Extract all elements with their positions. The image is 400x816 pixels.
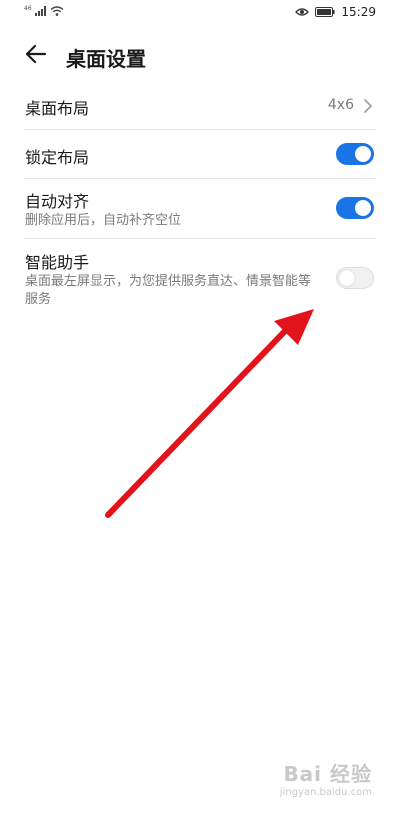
smart-assistant-description: 桌面最左屏显示，为您提供服务直达、情景智能等服务	[25, 274, 312, 307]
toggle-knob	[355, 200, 371, 216]
auto-align-description: 删除应用后，自动补齐空位	[25, 213, 182, 228]
toggle-knob	[339, 270, 355, 286]
chevron-right-icon	[364, 99, 372, 113]
baidu-watermark: Bai 经验 jingyan.baidu.com	[280, 758, 372, 798]
smart-assistant-toggle[interactable]	[336, 267, 374, 289]
auto-align-toggle[interactable]	[336, 197, 374, 219]
network-type-label: 46	[24, 5, 32, 12]
back-arrow-icon	[25, 44, 47, 64]
setting-row-smart-assistant: 智能助手 桌面最左屏显示，为您提供服务直达、情景智能等服务	[0, 239, 400, 315]
layout-label: 桌面布局	[25, 99, 90, 118]
arrow-shaft	[105, 327, 289, 518]
status-bar: 46 15:29	[0, 0, 400, 28]
watermark-sub: jingyan.baidu.com	[279, 787, 372, 798]
setting-row-lock-layout: 锁定布局	[0, 130, 400, 179]
back-button[interactable]	[22, 40, 50, 68]
lock-layout-toggle[interactable]	[336, 143, 374, 165]
smart-assistant-label: 智能助手	[25, 253, 90, 272]
desktop-settings-page: 46 15:29 桌面设置 桌面布局 4x6 锁定布局 自动对齐 删除应用后，自…	[0, 0, 400, 816]
page-title: 桌面设置	[66, 47, 146, 71]
watermark-main: Bai 经验	[283, 762, 372, 786]
status-right: 15:29	[295, 5, 376, 19]
wifi-icon	[50, 6, 64, 16]
battery-icon	[315, 7, 336, 17]
signal-bars-icon	[34, 6, 46, 16]
status-time: 15:29	[341, 5, 376, 19]
lock-layout-label: 锁定布局	[25, 148, 90, 167]
status-left: 46	[24, 6, 64, 16]
app-header: 桌面设置	[0, 34, 400, 74]
eye-comfort-icon	[295, 8, 310, 16]
setting-row-auto-align: 自动对齐 删除应用后，自动补齐空位	[0, 179, 400, 239]
setting-row-layout[interactable]: 桌面布局 4x6	[0, 82, 400, 130]
auto-align-label: 自动对齐	[25, 192, 90, 211]
toggle-knob	[355, 146, 371, 162]
layout-value: 4x6	[327, 97, 354, 113]
